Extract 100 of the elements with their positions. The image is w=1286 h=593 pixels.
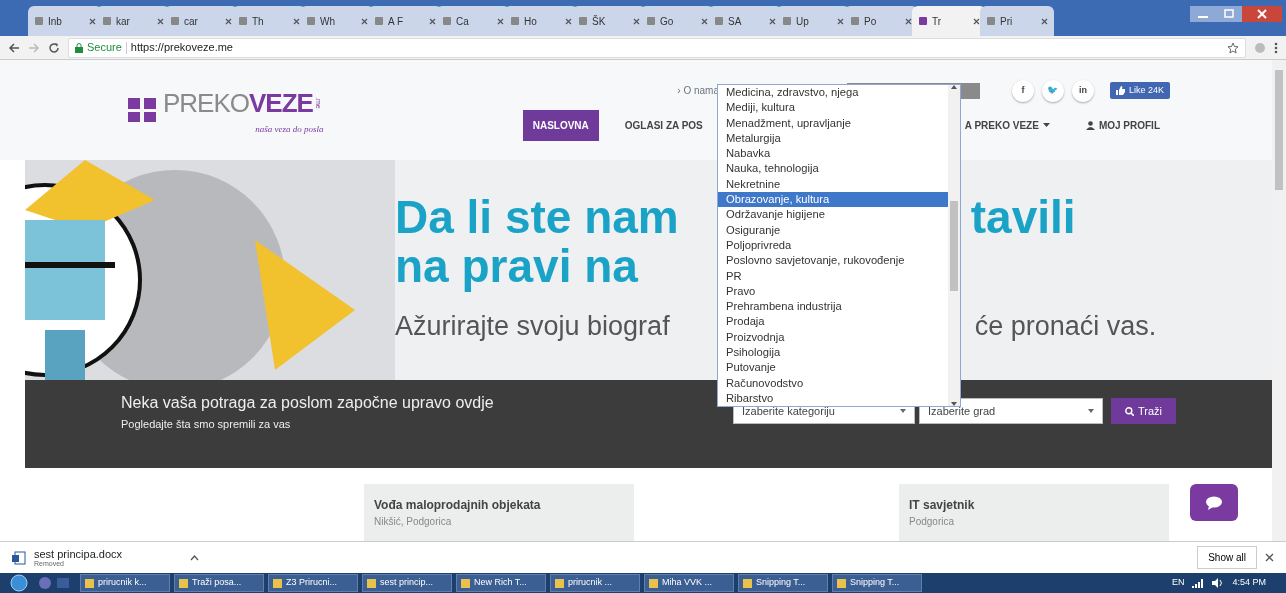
- app-icon: [743, 578, 752, 588]
- close-icon[interactable]: [293, 17, 300, 25]
- search-headline: Neka vaša potraga za poslom započne upravo ovdje: [121, 394, 495, 413]
- dropdown-option[interactable]: PR: [718, 268, 948, 284]
- volume-icon[interactable]: [1212, 578, 1225, 588]
- dropdown-option[interactable]: Medicina, zdravstvo, njega: [718, 85, 948, 101]
- dropdown-option[interactable]: Održavanje higijene: [718, 207, 948, 223]
- chat-button[interactable]: [1190, 484, 1238, 521]
- page-icon: [918, 16, 928, 26]
- close-icon[interactable]: [973, 17, 980, 25]
- dropdown-option[interactable]: Nekretnine: [718, 176, 948, 193]
- close-icon[interactable]: [905, 17, 912, 25]
- document-icon: [12, 550, 26, 565]
- page-icon: [34, 16, 44, 26]
- menu-icon[interactable]: [1274, 41, 1278, 54]
- search-button[interactable]: Traži: [1110, 398, 1176, 424]
- taskbar-button[interactable]: Miha VVK ...: [644, 574, 734, 592]
- taskbar-button[interactable]: Z3 Prirucni...: [268, 574, 358, 592]
- scrollbar-thumb[interactable]: [1275, 70, 1283, 190]
- secure-label: Secure: [87, 40, 122, 56]
- dropdown-option[interactable]: Računovodstvo: [718, 375, 948, 391]
- dropdown-option[interactable]: Poslovno savjetovanje, rukovođenje: [718, 253, 948, 269]
- dropdown-option[interactable]: Prodaja: [718, 314, 948, 330]
- close-icon[interactable]: [497, 17, 504, 25]
- close-icon[interactable]: [361, 17, 368, 25]
- page-icon: [442, 16, 452, 26]
- nav-link[interactable]: A PREKO VEZE: [954, 109, 1060, 141]
- app-icon: [649, 578, 658, 588]
- close-icon[interactable]: [429, 17, 436, 25]
- logo-tagline: naša veza do posla: [254, 122, 324, 136]
- dropdown-option[interactable]: Proizvodnja: [718, 329, 948, 346]
- taskbar-button[interactable]: sest princip...: [362, 574, 452, 592]
- like-button[interactable]: Like 24K: [1109, 81, 1170, 100]
- taskbar-button[interactable]: prirucnik ...: [550, 574, 640, 592]
- close-icon[interactable]: [769, 17, 776, 25]
- scrollbar[interactable]: [948, 85, 960, 407]
- taskbar-button[interactable]: prirucnik k...: [80, 574, 170, 592]
- close-icon[interactable]: [1265, 553, 1274, 562]
- reload-icon[interactable]: [48, 41, 60, 54]
- dropdown-option[interactable]: Psihologija: [718, 345, 948, 361]
- browser-tab[interactable]: Pri: [980, 6, 1054, 36]
- nav-link[interactable]: NASLOVNA: [522, 109, 599, 141]
- close-icon[interactable]: [1041, 17, 1048, 25]
- dropdown-list[interactable]: [717, 84, 961, 408]
- app-icon: [367, 578, 376, 588]
- job-card[interactable]: Vođa maloprodajnih objekata Nikšić, Podgorica: [364, 484, 634, 541]
- network-icon[interactable]: [1192, 578, 1205, 588]
- dropdown-option[interactable]: Metalurgija: [718, 130, 948, 147]
- dropdown-option[interactable]: Nauka, tehnologija: [718, 161, 948, 177]
- star-icon[interactable]: [1227, 41, 1239, 54]
- dropdown-option[interactable]: Menadžment, upravljanje: [718, 115, 948, 131]
- url-text: https://prekoveze.me: [130, 40, 233, 56]
- dropdown-option[interactable]: Pravo: [718, 283, 948, 300]
- user-icon: [1085, 120, 1095, 130]
- nav-link[interactable]: OGLASI ZA POS: [614, 109, 713, 141]
- close-icon[interactable]: [1242, 6, 1282, 22]
- app-icon: [179, 578, 188, 588]
- back-icon[interactable]: [8, 41, 20, 54]
- close-icon[interactable]: [157, 17, 164, 25]
- chevron-up-icon[interactable]: [190, 554, 200, 561]
- close-icon[interactable]: [837, 17, 844, 25]
- dropdown-option[interactable]: Nabavka: [718, 146, 948, 162]
- address-field[interactable]: Secure https://prekoveze.me: [68, 37, 1246, 58]
- search-subline: Pogledajte šta smo spremili za vas: [121, 417, 292, 433]
- close-icon[interactable]: [701, 17, 708, 25]
- close-icon[interactable]: [633, 17, 640, 25]
- language-indicator[interactable]: EN: [1171, 576, 1185, 590]
- close-icon[interactable]: [89, 17, 96, 25]
- taskbar-button[interactable]: Snipping T...: [738, 574, 828, 592]
- nav-link[interactable]: MOJ PROFIL: [1075, 109, 1170, 141]
- dropdown-option[interactable]: Obrazovanje, kultura: [718, 192, 948, 208]
- hero-headline: tavili: [970, 193, 1076, 242]
- download-filename[interactable]: sest principa.docx: [34, 548, 123, 560]
- taskbar-button[interactable]: Snipping T...: [832, 574, 922, 592]
- app-icon: [461, 578, 470, 588]
- thumbs-up-icon: [1115, 86, 1125, 95]
- dropdown-option[interactable]: Poljoprivreda: [718, 237, 948, 254]
- clover-logo-icon: [125, 95, 159, 125]
- close-icon[interactable]: [565, 17, 572, 25]
- taskbar-button[interactable]: Traži posa...: [174, 574, 264, 592]
- app-icon: [273, 578, 282, 588]
- social-button[interactable]: in: [1071, 79, 1094, 102]
- job-card[interactable]: IT savjetnik Podgorica: [899, 484, 1169, 541]
- down-arrow-icon: [951, 402, 957, 407]
- dropdown-option[interactable]: Mediji, kultura: [718, 100, 948, 116]
- scrollbar-thumb[interactable]: [950, 200, 958, 291]
- scrollbar[interactable]: [1272, 60, 1286, 541]
- dropdown-option[interactable]: Putovanje: [718, 360, 948, 376]
- page-icon: [646, 16, 656, 26]
- dropdown-option[interactable]: Prehrambena industrija: [718, 299, 948, 315]
- clock[interactable]: 4:54 PM: [1232, 576, 1266, 590]
- taskbar-button[interactable]: New Rich T...: [456, 574, 546, 592]
- dropdown-option[interactable]: Osiguranje: [718, 222, 948, 238]
- page-icon: [238, 16, 248, 26]
- page-icon: [102, 16, 112, 26]
- close-icon[interactable]: [225, 17, 232, 25]
- lock-icon: [75, 42, 83, 53]
- social-button[interactable]: f: [1011, 79, 1034, 102]
- select-field[interactable]: Izaberite grad: [918, 398, 1103, 424]
- show-all-button[interactable]: Show all: [1197, 546, 1257, 569]
